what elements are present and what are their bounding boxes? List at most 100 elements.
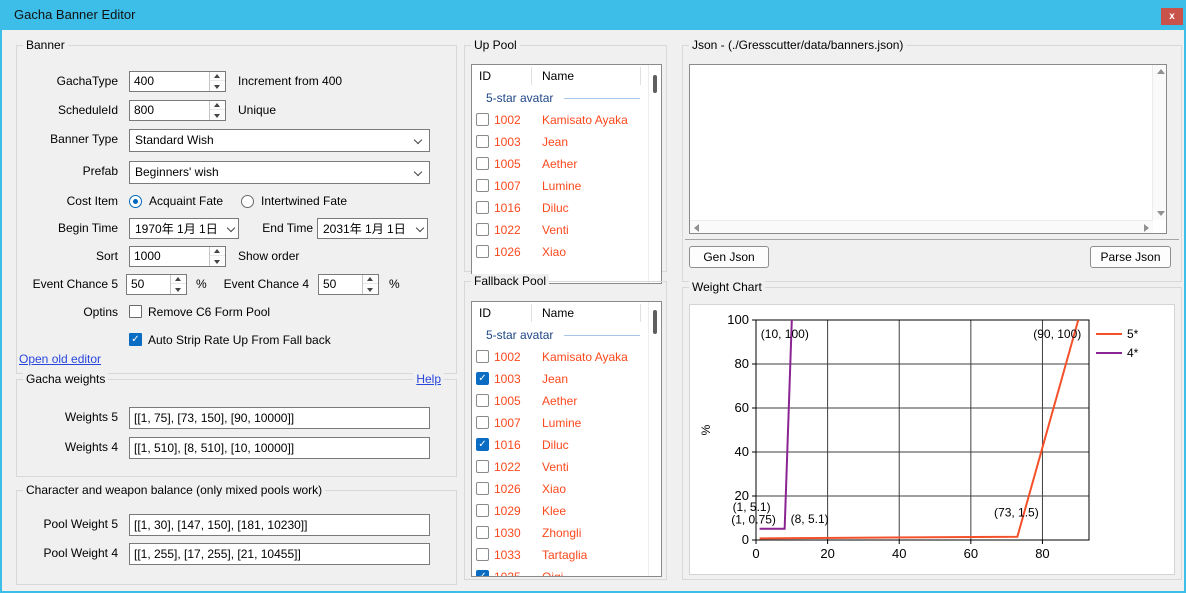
json-horizontal-scrollbar[interactable] bbox=[690, 220, 1153, 233]
plot-border bbox=[756, 320, 1089, 540]
schedule-id-hint: Unique bbox=[238, 100, 276, 121]
row-id: 1003 bbox=[494, 368, 521, 390]
row-checkbox[interactable] bbox=[476, 113, 489, 126]
row-id: 1016 bbox=[494, 434, 521, 456]
pool-row[interactable]: 1033Tartaglia bbox=[472, 544, 648, 566]
pool-row[interactable]: ✓1035Qiqi bbox=[472, 566, 648, 577]
acquaint-fate-radio[interactable] bbox=[129, 195, 142, 208]
row-checkbox[interactable] bbox=[476, 394, 489, 407]
banner-group-label: Banner bbox=[23, 38, 68, 52]
prefab-select[interactable]: Beginners' wish bbox=[129, 161, 430, 184]
scroll-right-arrow-icon[interactable] bbox=[1144, 224, 1149, 232]
pool-row[interactable]: 1026Xiao bbox=[472, 478, 648, 500]
intertwined-fate-radio[interactable] bbox=[241, 195, 254, 208]
scrollbar-thumb[interactable] bbox=[653, 75, 657, 93]
point-annotation: (90, 100) bbox=[1033, 327, 1081, 341]
json-textarea[interactable] bbox=[689, 64, 1167, 234]
end-time-picker[interactable]: 2031年 1月 1日 bbox=[317, 218, 428, 239]
x-tick-label: 0 bbox=[752, 546, 759, 561]
row-checkbox[interactable] bbox=[476, 350, 489, 363]
pool-row[interactable]: 1007Lumine bbox=[472, 412, 648, 434]
schedule-id-spinner[interactable]: 800 bbox=[129, 100, 226, 121]
json-vertical-scrollbar[interactable] bbox=[1152, 65, 1166, 220]
pool-row[interactable]: 1005Aether bbox=[472, 153, 648, 175]
pool-row[interactable]: 1002Kamisato Ayaka bbox=[472, 109, 648, 131]
row-checkbox[interactable] bbox=[476, 504, 489, 517]
column-header-name[interactable]: Name bbox=[542, 302, 574, 324]
row-checkbox[interactable] bbox=[476, 548, 489, 561]
pool-row[interactable]: 1007Lumine bbox=[472, 175, 648, 197]
pool-row[interactable]: 1002Kamisato Ayaka bbox=[472, 346, 648, 368]
gen-json-button[interactable]: Gen Json bbox=[689, 246, 769, 268]
pool-row[interactable]: 1022Venti bbox=[472, 456, 648, 478]
weights-5-input[interactable] bbox=[129, 407, 430, 429]
parse-json-button[interactable]: Parse Json bbox=[1090, 246, 1171, 268]
row-checkbox[interactable]: ✓ bbox=[476, 372, 489, 385]
row-id: 1026 bbox=[494, 478, 521, 500]
row-id: 1022 bbox=[494, 456, 521, 478]
event-chance-4-spinner[interactable]: 50 bbox=[318, 274, 379, 295]
chevron-down-icon bbox=[227, 224, 235, 232]
auto-strip-checkbox[interactable]: ✓ bbox=[129, 333, 142, 346]
pool-row[interactable]: 1030Zhongli bbox=[472, 522, 648, 544]
pool-row[interactable]: 1029Klee bbox=[472, 500, 648, 522]
spin-down-button[interactable] bbox=[210, 82, 225, 91]
row-checkbox[interactable] bbox=[476, 460, 489, 473]
banner-type-select[interactable]: Standard Wish bbox=[129, 129, 430, 152]
spin-up-button[interactable] bbox=[363, 275, 378, 284]
row-checkbox[interactable] bbox=[476, 179, 489, 192]
pool-row[interactable]: ✓1016Diluc bbox=[472, 434, 648, 456]
chevron-down-icon bbox=[414, 168, 422, 176]
remove-c6-checkbox[interactable] bbox=[129, 305, 142, 318]
spin-up-button[interactable] bbox=[210, 72, 225, 81]
row-checkbox[interactable] bbox=[476, 416, 489, 429]
sort-label: Sort bbox=[17, 246, 118, 267]
scroll-up-arrow-icon[interactable] bbox=[1157, 69, 1165, 74]
scrollbar-thumb[interactable] bbox=[653, 310, 657, 334]
row-id: 1007 bbox=[494, 412, 521, 434]
json-group-label: Json - (./Gresscutter/data/banners.json) bbox=[689, 38, 906, 52]
pool-row[interactable]: 1003Jean bbox=[472, 131, 648, 153]
gacha-type-spinner[interactable]: 400 bbox=[129, 71, 226, 92]
row-checkbox[interactable] bbox=[476, 223, 489, 236]
y-tick-label: 100 bbox=[727, 312, 749, 327]
spin-up-button[interactable] bbox=[210, 247, 225, 256]
help-link[interactable]: Help bbox=[413, 372, 444, 386]
column-header-name[interactable]: Name bbox=[542, 65, 574, 87]
open-old-editor-link[interactable]: Open old editor bbox=[19, 352, 101, 366]
pool-row[interactable]: 1026Xiao bbox=[472, 241, 648, 263]
pool-row[interactable]: 1022Venti bbox=[472, 219, 648, 241]
row-checkbox[interactable] bbox=[476, 135, 489, 148]
fallback-pool-scrollbar[interactable] bbox=[648, 302, 661, 576]
titlebar[interactable]: Gacha Banner Editor x bbox=[0, 0, 1186, 30]
column-header-id[interactable]: ID bbox=[479, 302, 491, 324]
row-checkbox[interactable] bbox=[476, 245, 489, 258]
pool-weight-5-input[interactable] bbox=[129, 514, 430, 536]
close-button[interactable]: x bbox=[1161, 8, 1183, 25]
row-name: Venti bbox=[542, 219, 569, 241]
pool-weight-4-input[interactable] bbox=[129, 543, 430, 565]
end-time-value: 2031年 1月 1日 bbox=[323, 219, 406, 240]
scroll-down-arrow-icon[interactable] bbox=[1157, 211, 1165, 216]
pool-row[interactable]: ✓1003Jean bbox=[472, 368, 648, 390]
row-checkbox[interactable] bbox=[476, 526, 489, 539]
spin-up-button[interactable] bbox=[210, 101, 225, 110]
pool-row[interactable]: 1005Aether bbox=[472, 390, 648, 412]
scroll-left-arrow-icon[interactable] bbox=[694, 224, 699, 232]
series-line-4 bbox=[760, 320, 792, 529]
pool-row[interactable]: 1016Diluc bbox=[472, 197, 648, 219]
row-checkbox[interactable] bbox=[476, 482, 489, 495]
begin-time-picker[interactable]: 1970年 1月 1日 bbox=[129, 218, 239, 239]
column-header-id[interactable]: ID bbox=[479, 65, 491, 87]
weights-4-input[interactable] bbox=[129, 437, 430, 459]
spin-down-button[interactable] bbox=[210, 257, 225, 266]
row-checkbox[interactable] bbox=[476, 157, 489, 170]
point-annotation: (8, 5.1) bbox=[791, 512, 829, 526]
row-checkbox[interactable]: ✓ bbox=[476, 570, 489, 577]
up-pool-scrollbar[interactable] bbox=[648, 65, 661, 283]
spin-down-button[interactable] bbox=[363, 285, 378, 294]
row-checkbox[interactable]: ✓ bbox=[476, 438, 489, 451]
spin-down-button[interactable] bbox=[210, 111, 225, 120]
sort-spinner[interactable]: 1000 bbox=[129, 246, 226, 267]
row-checkbox[interactable] bbox=[476, 201, 489, 214]
